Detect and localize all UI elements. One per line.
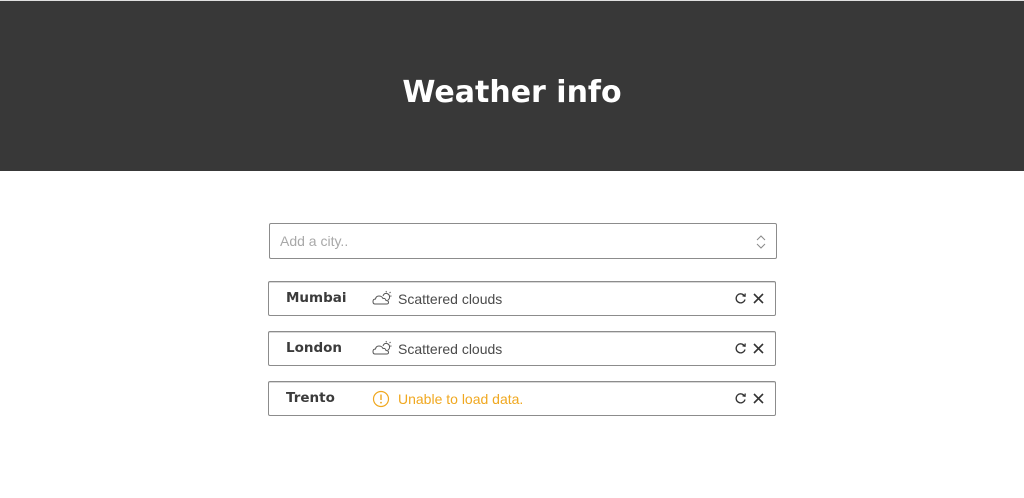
row-actions <box>734 342 765 355</box>
scattered-clouds-icon <box>372 290 392 308</box>
row-actions <box>734 292 765 305</box>
city-list: Mumbai Scattered clouds London Scattered… <box>268 281 776 431</box>
city-name: Mumbai <box>286 290 347 306</box>
city-search-field[interactable] <box>269 223 777 259</box>
warning-icon <box>372 390 392 408</box>
refresh-icon[interactable] <box>734 342 747 355</box>
city-row-mumbai: Mumbai Scattered clouds <box>268 281 776 316</box>
sort-stepper-icon[interactable] <box>756 233 766 251</box>
row-actions <box>734 392 765 405</box>
page-title: Weather info <box>402 74 622 110</box>
refresh-icon[interactable] <box>734 292 747 305</box>
city-search-input[interactable] <box>270 224 776 258</box>
close-icon[interactable] <box>752 342 765 355</box>
close-icon[interactable] <box>752 392 765 405</box>
page-header: Weather info <box>0 0 1024 171</box>
weather-status-text: Scattered clouds <box>398 290 503 307</box>
city-row-trento: Trento Unable to load data. <box>268 381 776 416</box>
scattered-clouds-icon <box>372 340 392 358</box>
close-icon[interactable] <box>752 292 765 305</box>
weather-status-text: Unable to load data. <box>398 390 524 407</box>
weather-status-text: Scattered clouds <box>398 340 503 357</box>
weather-status: Scattered clouds <box>372 282 502 315</box>
city-name: Trento <box>286 390 335 406</box>
weather-status-error: Unable to load data. <box>372 382 523 415</box>
city-name: London <box>286 340 343 356</box>
city-row-london: London Scattered clouds <box>268 331 776 366</box>
weather-status: Scattered clouds <box>372 332 502 365</box>
refresh-icon[interactable] <box>734 392 747 405</box>
